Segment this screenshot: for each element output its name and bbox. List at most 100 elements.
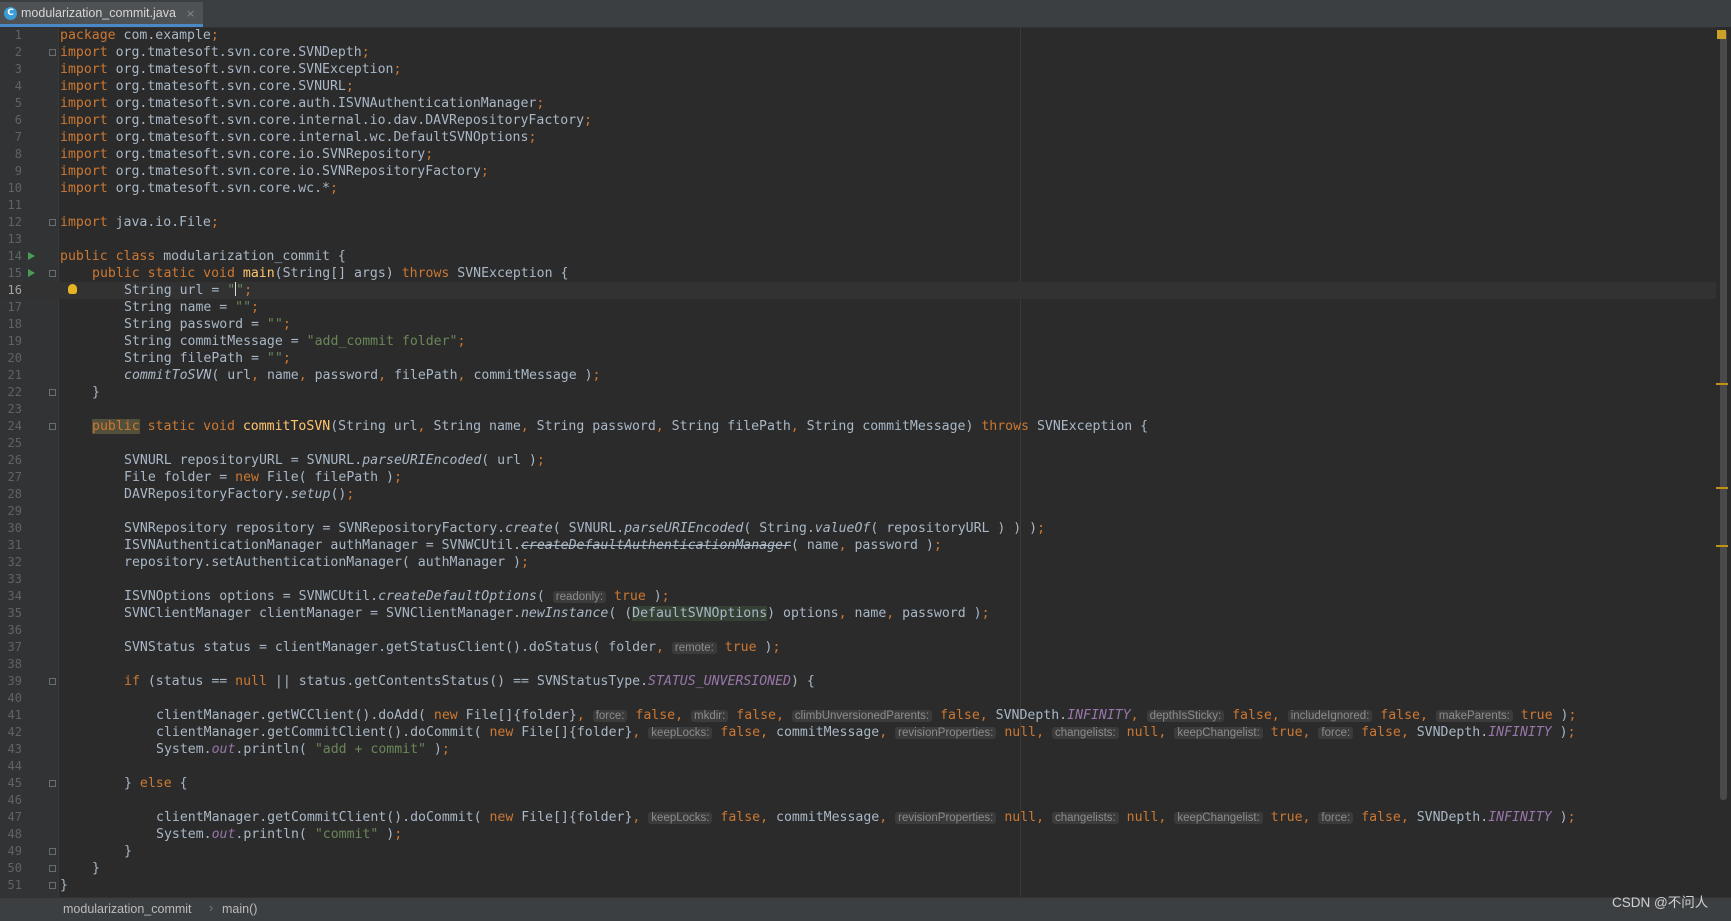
line-number: 2 <box>14 45 22 59</box>
fold-icon[interactable] <box>49 49 56 56</box>
code-line: 28 DAVRepositoryFactory.setup(); <box>0 486 1716 503</box>
close-icon[interactable]: × <box>186 7 195 20</box>
code-line: 50} <box>0 860 1716 877</box>
fold-icon[interactable] <box>49 848 56 855</box>
fold-icon[interactable] <box>49 270 56 277</box>
line-text: import org.tmatesoft.svn.core.SVNExcepti… <box>60 62 402 77</box>
parameter-hint: keepChangelist: <box>1174 727 1263 739</box>
code-line: 17 String name = ""; <box>0 299 1716 316</box>
fold-icon[interactable] <box>49 389 56 396</box>
line-number: 25 <box>7 436 22 450</box>
line-number: 41 <box>7 708 22 722</box>
line-number: 16 <box>7 283 22 297</box>
line-number: 20 <box>7 351 22 365</box>
line-text: import org.tmatesoft.svn.core.io.SVNRepo… <box>60 147 434 162</box>
code-line: 42 clientManager.getCommitClient().doComm… <box>0 724 1716 741</box>
line-number: 29 <box>7 504 22 518</box>
fold-icon[interactable] <box>49 678 56 685</box>
line-text: package com.example; <box>60 28 219 43</box>
parameter-hint: force: <box>592 710 628 722</box>
code-line: 14 public class modularization_commit { <box>0 248 1716 265</box>
fold-icon[interactable] <box>49 219 56 226</box>
line-text: import org.tmatesoft.svn.core.internal.w… <box>60 130 537 145</box>
line-text: import org.tmatesoft.svn.core.SVNURL; <box>60 79 354 94</box>
code-line: 45} else { <box>0 775 1716 792</box>
line-text: System.out.println( "commit" ); <box>156 827 403 842</box>
warning-marker[interactable] <box>1716 383 1728 385</box>
line-text: DAVRepositoryFactory.setup(); <box>124 487 355 502</box>
code-line: 12 import java.io.File; <box>0 214 1716 231</box>
code-line: 13 <box>0 231 1716 248</box>
code-line-current: 16 String url = ""; <box>0 282 1716 299</box>
parameter-hint: keepLocks: <box>648 812 713 824</box>
line-number: 5 <box>14 96 22 110</box>
code-line: 32 repository.setAuthenticationManager( a… <box>0 554 1716 571</box>
line-text: } else { <box>124 776 188 791</box>
line-text: File folder = new File( filePath ); <box>124 470 402 485</box>
scrollbar-thumb[interactable] <box>1720 30 1727 800</box>
line-number: 32 <box>7 555 22 569</box>
fold-icon[interactable] <box>49 882 56 889</box>
warning-marker[interactable] <box>1716 487 1728 489</box>
line-text: String filePath = ""; <box>124 351 291 366</box>
line-number: 9 <box>14 164 22 178</box>
code-line: 15 public static void main(String[] args)… <box>0 265 1716 282</box>
line-number: 26 <box>7 453 22 467</box>
line-text: ISVNOptions options = SVNWCUtil.createDe… <box>124 589 670 604</box>
code-editor[interactable]: 1 package com.example; 2 import org.tmates… <box>0 27 1716 897</box>
parameter-hint: depthIsSticky: <box>1146 710 1225 722</box>
parameter-hint: force: <box>1318 727 1354 739</box>
code-line: 8 import org.tmatesoft.svn.core.io.SVNRep… <box>0 146 1716 163</box>
fold-icon[interactable] <box>49 423 56 430</box>
breadcrumb-class[interactable]: modularization_commit <box>63 902 192 916</box>
code-line: 49} <box>0 843 1716 860</box>
inspection-warning-icon[interactable] <box>1717 30 1726 39</box>
code-line: 48 System.out.println( "commit" ); <box>0 826 1716 843</box>
line-text: String name = ""; <box>124 300 259 315</box>
line-text: SVNStatus status = clientManager.getStat… <box>124 640 781 655</box>
line-text: commitToSVN( url, name, password, filePa… <box>124 368 601 383</box>
file-tab[interactable]: C modularization_commit.java × <box>0 2 204 27</box>
line-number: 21 <box>7 368 22 382</box>
line-number: 47 <box>7 810 22 824</box>
code-line: 27 File folder = new File( filePath ); <box>0 469 1716 486</box>
parameter-hint: revisionProperties: <box>895 812 997 824</box>
parameter-hint: remote: <box>671 642 717 654</box>
line-text: public static void commitToSVN(String ur… <box>92 419 1149 434</box>
line-text: clientManager.getWCClient().doAdd( new F… <box>156 708 1577 723</box>
code-line: 25 <box>0 435 1716 452</box>
code-line: 36 <box>0 622 1716 639</box>
line-number: 37 <box>7 640 22 654</box>
warning-marker[interactable] <box>1716 545 1728 547</box>
line-text: import org.tmatesoft.svn.core.wc.*; <box>60 181 338 196</box>
fold-icon[interactable] <box>49 865 56 872</box>
run-class-icon[interactable] <box>28 252 35 260</box>
line-text: } <box>92 385 100 400</box>
line-text: import org.tmatesoft.svn.core.SVNDepth; <box>60 45 370 60</box>
parameter-hint: mkdir: <box>691 710 729 722</box>
code-line: 18 String password = ""; <box>0 316 1716 333</box>
lightbulb-icon[interactable] <box>68 284 77 294</box>
line-text: } <box>124 844 132 859</box>
code-line: 47 clientManager.getCommitClient().doComm… <box>0 809 1716 826</box>
code-line: 41 clientManager.getWCClient().doAdd( new… <box>0 707 1716 724</box>
line-number: 43 <box>7 742 22 756</box>
parameter-hint: keepLocks: <box>648 727 713 739</box>
line-number: 23 <box>7 402 22 416</box>
run-method-icon[interactable] <box>28 269 35 277</box>
code-line: 9 import org.tmatesoft.svn.core.io.SVNRep… <box>0 163 1716 180</box>
java-class-icon: C <box>4 6 17 20</box>
code-line: 40 <box>0 690 1716 707</box>
line-text: SVNClientManager clientManager = SVNClie… <box>124 606 990 621</box>
code-line: 29 <box>0 503 1716 520</box>
line-text: import org.tmatesoft.svn.core.auth.ISVNA… <box>60 96 545 111</box>
line-number: 51 <box>7 878 22 892</box>
code-line: 4 import org.tmatesoft.svn.core.SVNURL; <box>0 78 1716 95</box>
code-line: 11 <box>0 197 1716 214</box>
code-line: 19 String commitMessage = "add_commit fol… <box>0 333 1716 350</box>
parameter-hint: changelists: <box>1051 812 1119 824</box>
line-number: 28 <box>7 487 22 501</box>
fold-icon[interactable] <box>49 780 56 787</box>
breadcrumb-method[interactable]: main() <box>222 902 257 916</box>
parameter-hint: keepChangelist: <box>1174 812 1263 824</box>
